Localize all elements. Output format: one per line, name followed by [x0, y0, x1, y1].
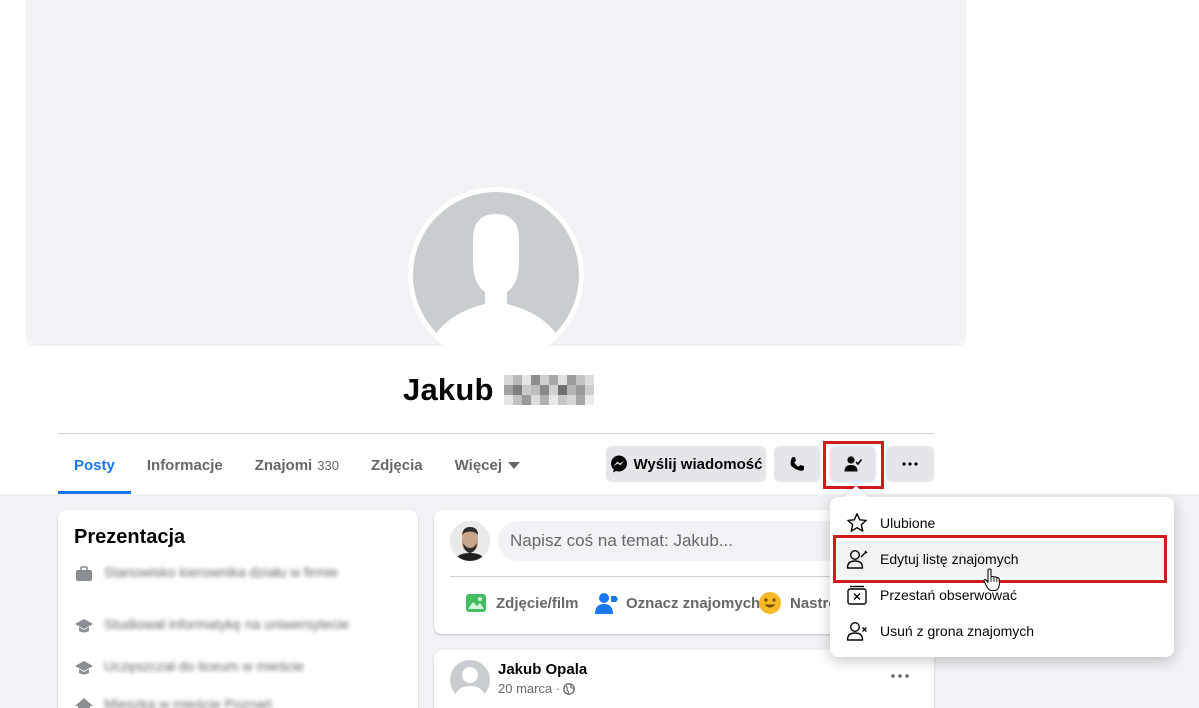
- photo-video-label: Zdjęcie/film: [496, 594, 579, 612]
- post-author[interactable]: Jakub Opala: [498, 661, 587, 678]
- pixel-block: [521, 375, 531, 385]
- send-message-label: Wyślij wiadomość: [633, 455, 763, 473]
- pixel-block: [503, 385, 513, 395]
- intro-item-text: Uczęszczał do liceum w mieście: [104, 658, 304, 674]
- profile-name: Jakub: [403, 372, 494, 407]
- tab-label: Znajomi: [254, 456, 313, 474]
- photo-video-button[interactable]: Zdjęcie/film: [464, 588, 579, 618]
- pixel-block: [530, 385, 540, 395]
- pixel-block: [584, 385, 594, 395]
- intro-item-text: Studiował informatykę na uniwersytecie: [104, 616, 350, 632]
- phone-icon: [790, 457, 804, 471]
- profile-name-row: Jakub: [403, 370, 594, 410]
- user-avatar[interactable]: [450, 521, 490, 561]
- intro-item-education: Uczęszczał do liceum w mieście: [74, 658, 394, 678]
- pixel-block: [539, 385, 549, 395]
- menu-item-label: Usuń z grona znajomych: [880, 623, 1035, 639]
- chevron-down-icon: [508, 461, 521, 469]
- home-icon: [75, 698, 93, 708]
- pixel-block: [575, 375, 585, 385]
- pixel-block: [566, 375, 576, 385]
- work-icon: [76, 566, 92, 581]
- pixel-block: [548, 375, 558, 385]
- globe-icon: [563, 682, 575, 695]
- intro-item-text: Stanowisko kierownika działu w firmie: [104, 564, 339, 580]
- post-options-button[interactable]: [886, 666, 914, 686]
- education-icon: [75, 661, 93, 675]
- post-card: Jakub Opala 20 marca ·: [434, 650, 934, 708]
- more-dots-icon: [891, 674, 909, 678]
- tag-friends-label: Oznacz znajomych: [626, 594, 761, 612]
- pixel-block: [557, 375, 567, 385]
- pixel-block: [584, 395, 594, 405]
- post-input-placeholder: Napisz coś na temat: Jakub...: [510, 531, 733, 550]
- photo-icon: [466, 594, 486, 612]
- pixel-block: [548, 395, 558, 405]
- tab-label: Zdjęcia: [370, 456, 423, 474]
- pixel-block: [512, 385, 522, 395]
- profile-avatar[interactable]: [413, 192, 579, 358]
- default-avatar-silhouette-icon: [431, 214, 561, 358]
- pixel-block: [575, 395, 585, 405]
- pixel-block: [557, 395, 567, 405]
- pixel-block: [566, 395, 576, 405]
- star-icon: [847, 513, 867, 532]
- pixel-block: [539, 395, 549, 405]
- pixel-block: [539, 375, 549, 385]
- pixel-block: [512, 395, 522, 405]
- hand-cursor-icon: [983, 568, 1000, 592]
- pixel-block: [575, 385, 585, 395]
- education-icon: [75, 619, 93, 633]
- tab-label: Posty: [74, 456, 115, 474]
- menu-item-unfriend[interactable]: Usuń z grona znajomych: [838, 613, 1166, 649]
- tag-friends-icon: [595, 593, 618, 614]
- pixel-block: [584, 375, 594, 385]
- post-date-text: 20 marca ·: [498, 681, 561, 696]
- more-options-button[interactable]: [886, 446, 934, 482]
- header-divider: [58, 433, 934, 434]
- pixel-block: [503, 395, 513, 405]
- tab-label: Więcej: [454, 456, 503, 474]
- intro-item-text: Mieszka w mieście Poznań: [104, 696, 273, 708]
- messenger-icon: [610, 455, 627, 473]
- user-photo-icon: [450, 521, 490, 561]
- post-date[interactable]: 20 marca ·: [498, 681, 575, 696]
- pixel-block: [530, 375, 540, 385]
- friends-count: 330: [317, 457, 339, 473]
- call-button[interactable]: [774, 446, 820, 482]
- intro-item-education: Studiował informatykę na uniwersytecie: [74, 616, 394, 636]
- intro-title: Prezentacja: [74, 526, 186, 548]
- tab-wiecej[interactable]: Więcej: [439, 436, 536, 494]
- more-dots-icon: [902, 462, 918, 466]
- post-author-avatar[interactable]: [450, 660, 490, 700]
- default-avatar-icon: [454, 667, 486, 700]
- unfriend-icon: [846, 621, 867, 641]
- friends-button-highlight: [823, 441, 884, 489]
- pixel-block: [530, 395, 540, 405]
- intro-card: Prezentacja Stanowisko kierownika działu…: [58, 510, 418, 708]
- intro-item-work: Stanowisko kierownika działu w firmie: [74, 564, 394, 584]
- tag-friends-button[interactable]: Oznacz znajomych: [594, 588, 760, 618]
- pixel-block: [503, 375, 513, 385]
- feeling-button[interactable]: Nastró: [758, 588, 838, 618]
- pixel-block: [566, 385, 576, 395]
- tab-znajomi[interactable]: Znajomi 330: [239, 436, 355, 494]
- pixelated-surname: [503, 375, 594, 405]
- unfollow-icon: [847, 585, 867, 605]
- send-message-button[interactable]: Wyślij wiadomość: [606, 446, 766, 482]
- pixel-block: [521, 395, 531, 405]
- tab-zdjecia[interactable]: Zdjęcia: [355, 436, 439, 494]
- profile-tabs: Posty Informacje Znajomi 330 Zdjęcia Więc…: [58, 436, 536, 494]
- tab-informacje[interactable]: Informacje: [131, 436, 239, 494]
- pixel-block: [512, 375, 522, 385]
- intro-item-home: Mieszka w mieście Poznań: [74, 696, 394, 708]
- tab-label: Informacje: [146, 456, 223, 474]
- pixel-block: [557, 385, 567, 395]
- tab-posty[interactable]: Posty: [58, 436, 131, 494]
- feeling-smiley-icon: [759, 592, 781, 614]
- pixel-block: [521, 385, 531, 395]
- pixel-block: [548, 385, 558, 395]
- menu-item-label: Ulubione: [880, 515, 936, 531]
